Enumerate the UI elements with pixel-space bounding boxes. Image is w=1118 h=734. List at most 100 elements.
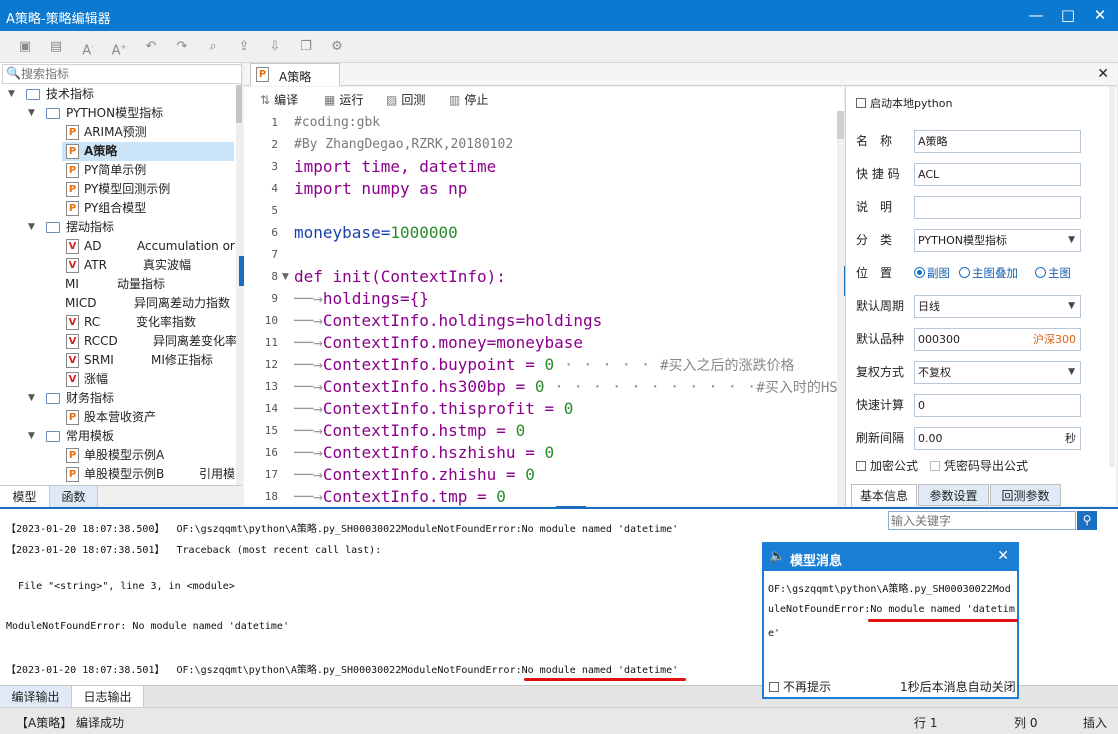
save-all-icon[interactable]: ▤ bbox=[45, 37, 67, 57]
line-number: 14 bbox=[264, 402, 278, 415]
tree-node-finance[interactable]: ▼ 财务指标 bbox=[0, 389, 236, 408]
font-decrease-icon[interactable]: A- bbox=[77, 37, 99, 58]
python-file-icon: P bbox=[66, 201, 79, 216]
position-radio-overlay[interactable]: 主图叠加 bbox=[959, 262, 1018, 284]
tab-function[interactable]: 函数 bbox=[50, 486, 98, 508]
tree-item-py-portfolio[interactable]: P PY组合模型 bbox=[0, 199, 236, 218]
save-icon[interactable]: ▣ bbox=[14, 37, 36, 57]
close-icon[interactable]: ✕ bbox=[1097, 66, 1109, 82]
formula-file-icon: V bbox=[66, 239, 79, 254]
tree-node-python[interactable]: ▼ PYTHON模型指标 bbox=[0, 104, 236, 123]
tree-item-srmi[interactable]: V SRMI MI修正指标 bbox=[0, 351, 236, 370]
tree-node-oscillator[interactable]: ▼ 摆动指标 bbox=[0, 218, 236, 237]
tree-item-atr[interactable]: V ATR 真实波幅 bbox=[0, 256, 236, 275]
tab-model[interactable]: 模型 bbox=[0, 486, 50, 508]
encrypt-checkbox[interactable]: 加密公式 bbox=[856, 455, 918, 477]
model-message-popup: 🔈 模型消息 ✕ OF:\gszqqmt\python\A策略.py_SH000… bbox=[762, 542, 1019, 699]
chevron-down-icon: ▼ bbox=[1068, 235, 1075, 245]
tree-node-tech[interactable]: ▼ 技术指标 bbox=[0, 85, 236, 104]
popup-message-line: e' bbox=[768, 628, 781, 639]
backtest-button[interactable]: ▨ 回测 bbox=[386, 91, 425, 109]
log-search bbox=[888, 511, 1076, 530]
chevron-down-icon: ▼ bbox=[1068, 367, 1075, 377]
tree-item-a-strategy[interactable]: P A策略 bbox=[62, 142, 234, 161]
shortcut-field[interactable]: ACL bbox=[914, 163, 1081, 186]
tab-log-output[interactable]: 日志输出 bbox=[72, 686, 144, 708]
line-number: 6 bbox=[271, 226, 278, 239]
compile-button[interactable]: ⇅ 编译 bbox=[260, 91, 298, 109]
properties-scrollbar[interactable] bbox=[1109, 87, 1115, 467]
tree-item-equity[interactable]: P 股本营收资产 bbox=[0, 408, 236, 427]
red-underline bbox=[524, 678, 686, 681]
refresh-field[interactable]: 0.00 秒 bbox=[914, 427, 1081, 450]
find-icon[interactable]: ⌕ bbox=[202, 37, 224, 57]
period-select[interactable]: 日线 ▼ bbox=[914, 295, 1081, 318]
password-export-checkbox[interactable]: 凭密码导出公式 bbox=[930, 455, 1028, 477]
minimize-button[interactable]: — bbox=[1020, 0, 1052, 31]
tab-basic-info[interactable]: 基本信息 bbox=[851, 484, 917, 506]
tree-item-py-simple[interactable]: P PY简单示例 bbox=[0, 161, 236, 180]
line-number: 16 bbox=[264, 446, 278, 459]
collapse-arrow-icon[interactable]: ▼ bbox=[28, 104, 38, 123]
settings-icon[interactable]: ⚙ bbox=[326, 37, 348, 57]
tree-item-micd[interactable]: MICD 异同离差动力指数 bbox=[0, 294, 236, 313]
collapse-arrow-icon[interactable]: ▼ bbox=[28, 218, 38, 237]
tree-item-arima[interactable]: P ARIMA预测 bbox=[0, 123, 236, 142]
collapse-arrow-icon[interactable]: ▼ bbox=[28, 427, 38, 446]
tree-node-templates[interactable]: ▼ 常用模板 bbox=[0, 427, 236, 446]
tab-a-strategy[interactable]: P A策略 bbox=[250, 63, 340, 86]
popup-header: 🔈 模型消息 ✕ bbox=[764, 544, 1017, 571]
import-icon[interactable]: ⇩ bbox=[264, 37, 286, 57]
adjust-select[interactable]: 不复权 ▼ bbox=[914, 361, 1081, 384]
close-button[interactable]: ✕ bbox=[1084, 0, 1116, 31]
code-scrollbar[interactable] bbox=[837, 111, 844, 506]
no-prompt-checkbox[interactable]: 不再提示 bbox=[769, 678, 831, 695]
tree-item-zhangfu[interactable]: V 涨幅 bbox=[0, 370, 236, 389]
tab-compile-output[interactable]: 编译输出 bbox=[0, 686, 72, 708]
fold-arrow-icon[interactable]: ▼ bbox=[282, 266, 289, 288]
tree-item-rccd[interactable]: V RCCD 异同离差变化率 bbox=[0, 332, 236, 351]
name-field[interactable]: A策略 bbox=[914, 130, 1081, 153]
search-button[interactable]: ⚲ bbox=[1077, 511, 1097, 530]
desc-field[interactable] bbox=[914, 196, 1081, 219]
tree-item-template-a[interactable]: P 单股模型示例A bbox=[0, 446, 236, 465]
log-line: ModuleNotFoundError: No module named 'da… bbox=[6, 621, 289, 632]
stop-button[interactable]: ▥ 停止 bbox=[449, 91, 488, 109]
maximize-button[interactable]: □ bbox=[1052, 0, 1084, 31]
undo-icon[interactable]: ↶ bbox=[140, 37, 162, 57]
indicator-search-input[interactable] bbox=[21, 66, 236, 82]
tree-item-template-b[interactable]: P 单股模型示例B 引用模 bbox=[0, 465, 236, 484]
collapse-arrow-icon[interactable]: ▼ bbox=[8, 85, 18, 104]
python-file-icon: P bbox=[256, 67, 269, 82]
tree-item-mi[interactable]: MI 动量指标 bbox=[0, 275, 236, 294]
python-file-icon: P bbox=[66, 182, 79, 197]
export-icon[interactable]: ⇪ bbox=[233, 37, 255, 57]
indicator-panel: 🔍 ▼ 技术指标 ▼ PYTHON模型指标 P ARIMA预测 P A策略 P … bbox=[0, 63, 242, 508]
tree-item-py-backtest[interactable]: P PY模型回测示例 bbox=[0, 180, 236, 199]
tab-params[interactable]: 参数设置 bbox=[918, 484, 989, 506]
folder-icon bbox=[26, 89, 40, 100]
redo-icon[interactable]: ↷ bbox=[171, 37, 193, 57]
code-editor[interactable]: 1 2 3 4 5 6 7 8 9 10 11 12 13 14 15 16 1… bbox=[244, 111, 844, 506]
code-line: ──→ContextInfo.money=moneybase bbox=[294, 333, 583, 352]
tab-backtest-params[interactable]: 回测参数 bbox=[990, 484, 1061, 506]
copy-icon[interactable]: ❐ bbox=[295, 37, 317, 57]
status-mode: 插入 bbox=[1083, 716, 1108, 730]
run-button[interactable]: ▦ 运行 bbox=[324, 91, 363, 109]
collapse-arrow-icon[interactable]: ▼ bbox=[28, 389, 38, 408]
stock-label: 默认品种 bbox=[856, 332, 905, 346]
stock-field[interactable]: 000300 沪深300 bbox=[914, 328, 1081, 351]
position-radio-main[interactable]: 主图 bbox=[1035, 262, 1071, 284]
log-search-input[interactable] bbox=[891, 513, 1071, 528]
formula-file-icon: V bbox=[66, 258, 79, 273]
local-python-checkbox[interactable]: 启动本地python bbox=[856, 92, 952, 114]
close-icon[interactable]: ✕ bbox=[997, 548, 1009, 564]
tree-item-rc[interactable]: V RC 变化率指数 bbox=[0, 313, 236, 332]
category-select[interactable]: PYTHON模型指标 ▼ bbox=[914, 229, 1081, 252]
position-radio-sub[interactable]: 副图 bbox=[914, 262, 950, 284]
line-number: 17 bbox=[264, 468, 278, 481]
line-number: 18 bbox=[264, 490, 278, 503]
tree-item-ad[interactable]: V AD Accumulation or bbox=[0, 237, 236, 256]
font-increase-icon[interactable]: A+ bbox=[108, 37, 130, 58]
fast-calc-field[interactable]: 0 bbox=[914, 394, 1081, 417]
